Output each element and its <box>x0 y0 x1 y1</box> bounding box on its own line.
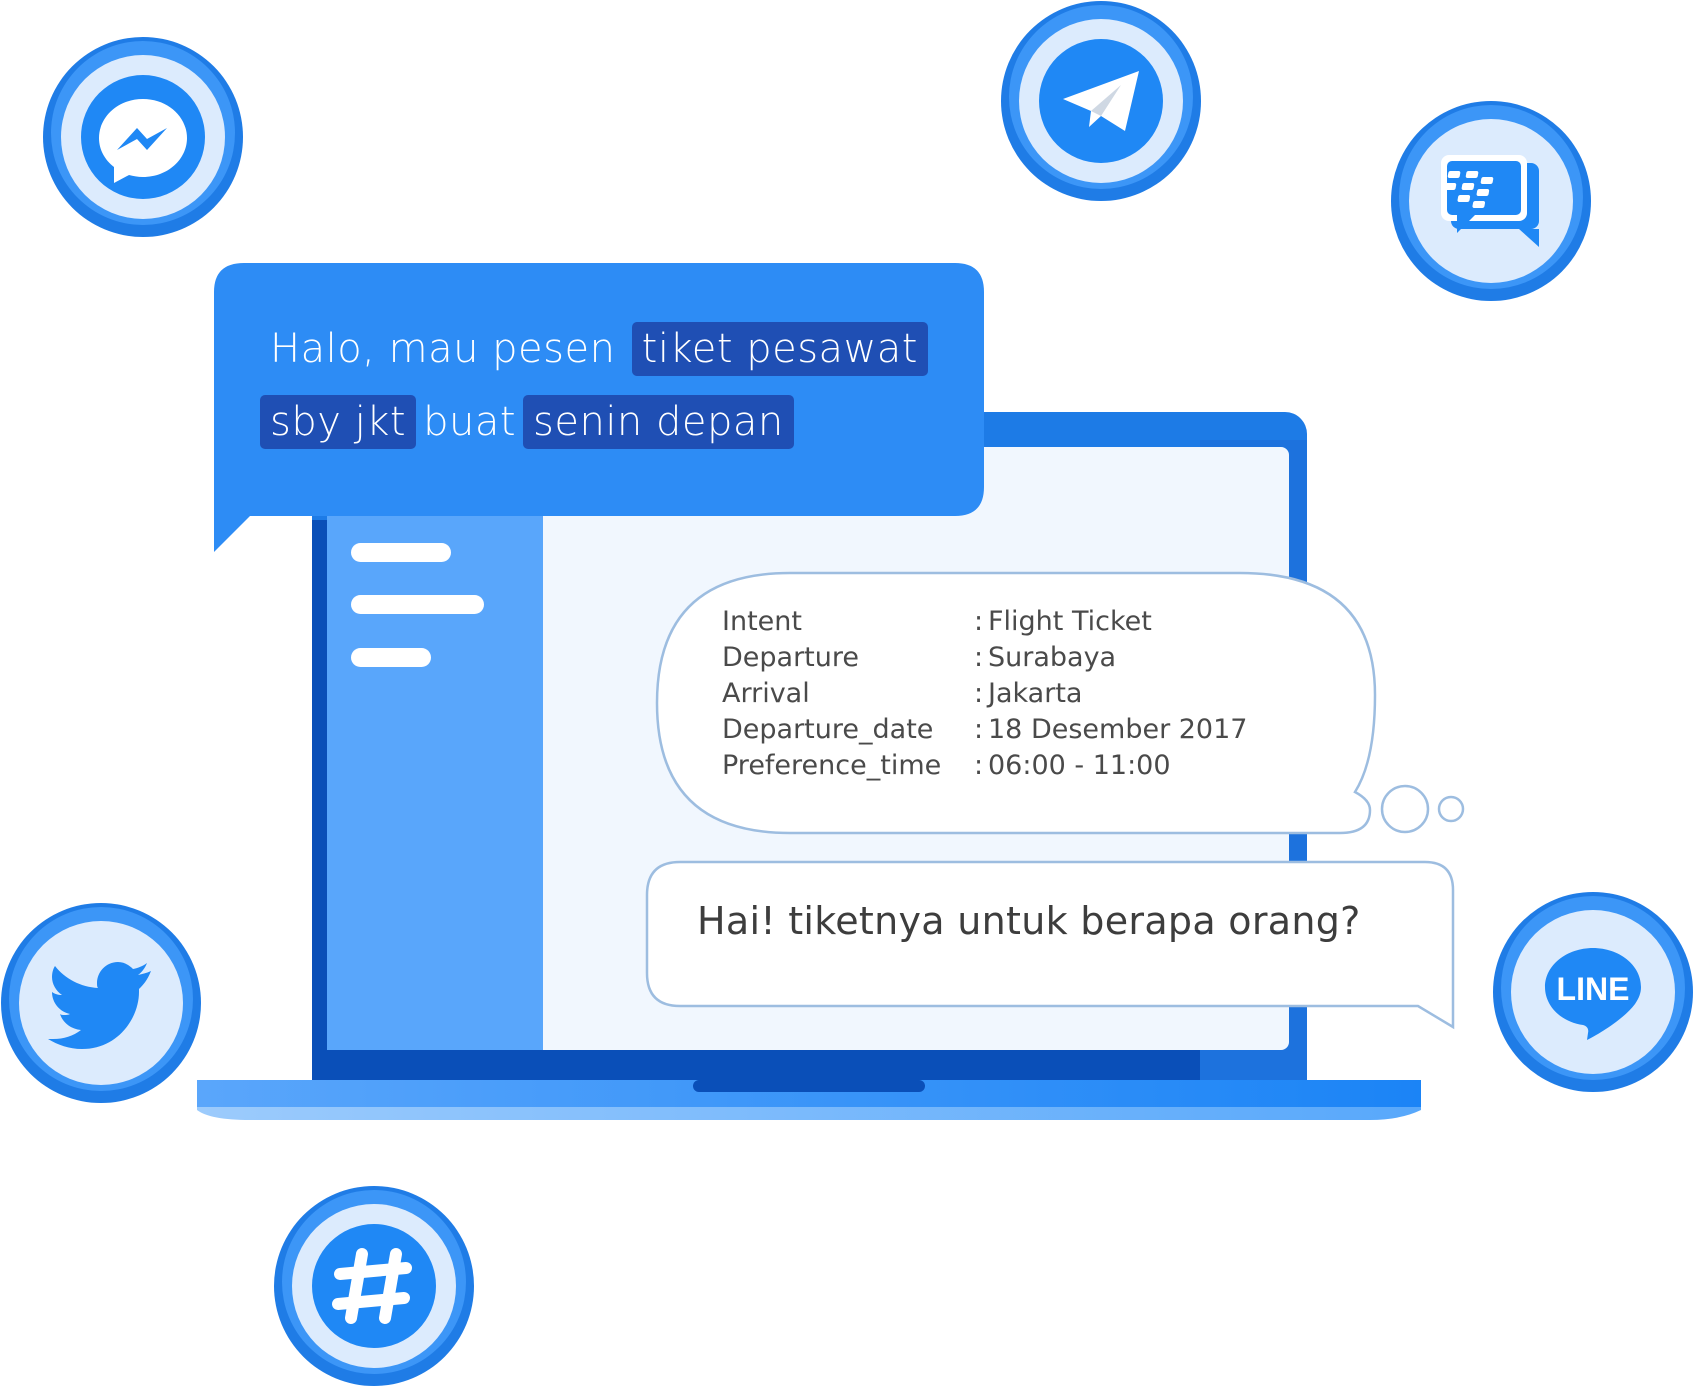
slack-icon[interactable] <box>274 1186 474 1386</box>
illustration: Halo, mau pesen tiket pesawat sby jkt bua… <box>0 0 1695 1386</box>
messenger-icon[interactable] <box>43 37 243 237</box>
bbm-icon[interactable] <box>1391 101 1591 301</box>
line-icon-label: LINE <box>1557 971 1630 1007</box>
telegram-icon[interactable] <box>1001 1 1201 201</box>
line-icon[interactable]: LINE <box>1493 892 1693 1092</box>
twitter-icon[interactable] <box>1 903 201 1103</box>
bot-reply: Hai! tiketnya untuk berapa orang? <box>697 899 1361 943</box>
